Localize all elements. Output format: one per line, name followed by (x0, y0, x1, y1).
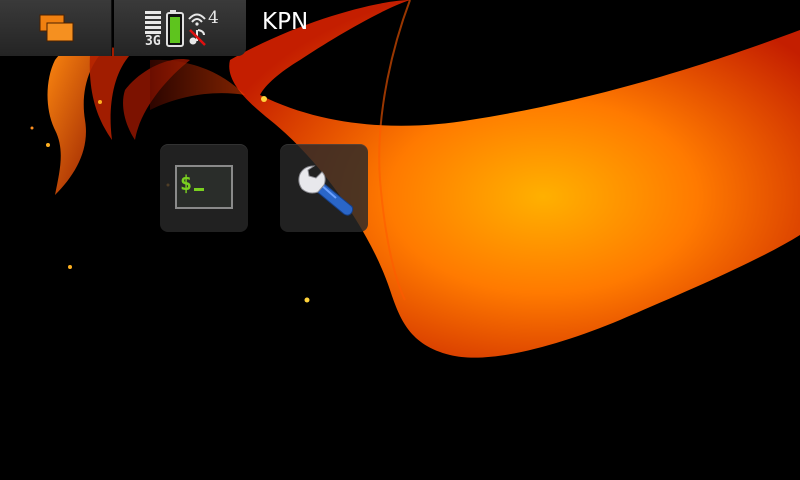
operator-name: KPN (262, 9, 309, 35)
wifi-count-label: 4 (208, 8, 219, 28)
settings-shortcut[interactable] (280, 144, 368, 232)
terminal-shortcut[interactable]: $ (160, 144, 248, 232)
status-bar: 3G 4 (0, 0, 246, 56)
battery-icon (166, 10, 184, 47)
terminal-icon: $ (175, 165, 233, 209)
wrench-icon (298, 165, 354, 216)
task-switcher-button[interactable] (0, 0, 112, 56)
network-type-label: 3G (145, 34, 161, 49)
music-muted-icon (189, 29, 206, 46)
wifi-icon (188, 13, 206, 26)
desktop-wallpaper (0, 0, 800, 480)
task-switcher-icon (39, 14, 74, 42)
status-indicator-area[interactable] (114, 0, 246, 56)
signal-strength-icon (145, 11, 161, 34)
svg-text:$: $ (180, 171, 192, 195)
